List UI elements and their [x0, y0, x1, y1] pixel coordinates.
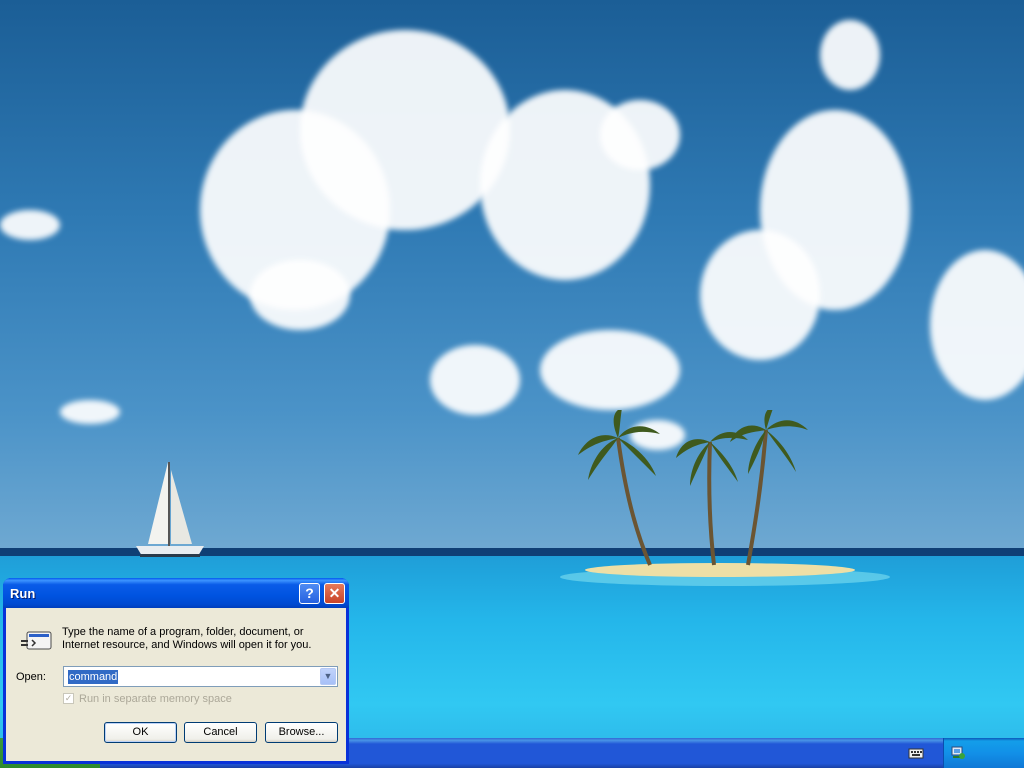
cloud — [540, 330, 680, 410]
palm-trees — [578, 410, 808, 566]
open-label: Open: — [16, 671, 46, 683]
separate-memory-checkbox: ✓ — [63, 693, 74, 704]
instructions-text: Type the name of a program, folder, docu… — [62, 626, 312, 651]
run-icon — [21, 631, 52, 650]
ok-button[interactable]: OK — [104, 722, 177, 743]
network-icon[interactable] — [950, 746, 966, 760]
sailboat — [136, 462, 204, 557]
separate-memory-label: Run in separate memory space — [79, 693, 232, 705]
help-button[interactable]: ? — [299, 583, 320, 604]
dialog-body: Type the name of a program, folder, docu… — [6, 608, 346, 761]
cloud — [250, 260, 350, 330]
cloud — [60, 400, 120, 424]
cloud — [700, 230, 820, 360]
cloud — [0, 210, 60, 240]
cloud — [430, 345, 520, 415]
keyboard-icon[interactable] — [908, 746, 924, 760]
cloud — [600, 100, 680, 170]
open-combobox[interactable]: command ▼ — [63, 666, 338, 687]
open-input[interactable]: command — [68, 670, 119, 684]
system-tray — [908, 738, 1024, 768]
cloud — [820, 20, 880, 90]
chevron-down-icon[interactable]: ▼ — [320, 668, 336, 685]
cancel-button[interactable]: Cancel — [184, 722, 257, 743]
close-button[interactable]: ✕ — [324, 583, 345, 604]
run-dialog: Run ? ✕ Type the name of a program, fold… — [3, 578, 349, 764]
title-bar[interactable]: Run ? ✕ — [3, 578, 349, 608]
browse-button[interactable]: Browse... — [265, 722, 338, 743]
cloud — [300, 30, 510, 230]
dialog-title: Run — [10, 586, 36, 601]
